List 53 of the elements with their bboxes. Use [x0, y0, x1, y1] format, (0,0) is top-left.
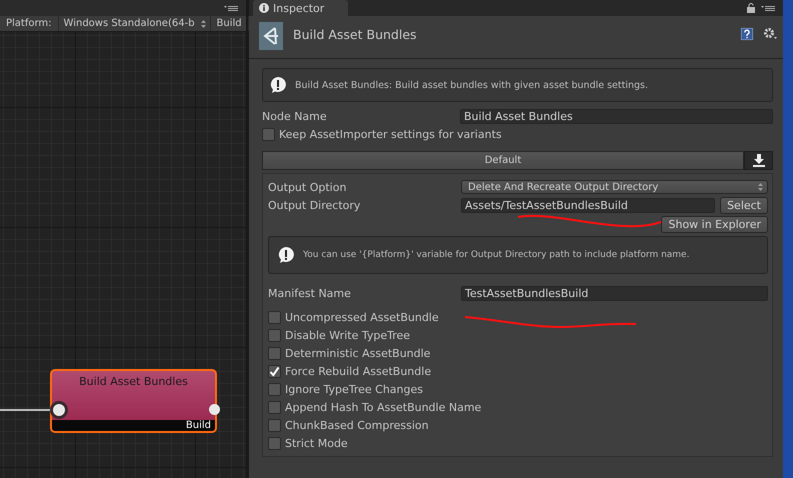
node-title: Build Asset Bundles	[79, 375, 188, 388]
info-message: Build Asset Bundles: Build asset bundles with given asset bundle settings.	[295, 80, 648, 90]
output-port[interactable]	[209, 404, 220, 415]
inspector-title: Build Asset Bundles	[293, 27, 418, 42]
graph-node[interactable]: Build Asset Bundles Build	[50, 369, 217, 433]
checkbox[interactable]	[268, 310, 281, 324]
checkbox[interactable]	[268, 382, 281, 396]
help-icon[interactable]	[741, 28, 753, 40]
checkbox[interactable]	[262, 128, 275, 140]
settings-icon[interactable]	[763, 27, 777, 40]
menu-icon[interactable]	[761, 4, 775, 12]
manifest-name-field[interactable]: TestAssetBundlesBuild	[461, 286, 768, 300]
output-directory-field[interactable]: Assets/TestAssetBundlesBuild	[461, 198, 716, 212]
warning-icon	[277, 246, 295, 264]
checkbox-label: Ignore TypeTree Changes	[285, 382, 423, 396]
platform-dropdown[interactable]: Windows Standalone(64-b	[58, 16, 211, 31]
checkbox-label: Deterministic AssetBundle	[285, 346, 430, 360]
platform-tab[interactable]: Default	[262, 151, 744, 170]
checkbox[interactable]	[268, 346, 281, 360]
inspector-tab[interactable]: Inspector	[253, 0, 348, 16]
checkbox[interactable]	[268, 400, 281, 414]
checkbox[interactable]	[268, 436, 281, 450]
checkbox-label: Force Rebuild AssetBundle	[285, 364, 432, 378]
download-icon	[752, 154, 764, 167]
checkbox[interactable]	[268, 364, 281, 378]
lock-icon[interactable]	[747, 3, 755, 13]
download-button[interactable]	[744, 151, 773, 170]
checkbox[interactable]	[268, 418, 281, 432]
node-footer: Build	[52, 420, 215, 431]
field-label: Manifest Name	[268, 286, 352, 300]
output-option-dropdown[interactable]: Delete And Recreate Output Directory	[461, 180, 768, 194]
input-port[interactable]	[53, 404, 65, 416]
warning-icon	[269, 76, 287, 94]
field-label: Node Name	[262, 110, 328, 122]
checkbox-label: Strict Mode	[285, 436, 348, 450]
checkbox-label: ChunkBased Compression	[285, 418, 429, 432]
field-label: Output Directory	[268, 198, 362, 212]
menu-icon[interactable]	[224, 4, 238, 12]
checkbox-label: Keep AssetImporter settings for variants	[279, 128, 502, 140]
hint-message: You can use '{Platform}' variable for Output Directory path to include platform name.	[303, 250, 690, 260]
updown-arrows-icon	[758, 183, 763, 191]
checkbox-label: Append Hash To AssetBundle Name	[285, 400, 482, 414]
show-in-explorer-button[interactable]: Show in Explorer	[661, 216, 768, 232]
checkbox-label: Uncompressed AssetBundle	[285, 310, 439, 324]
select-button[interactable]: Select	[720, 196, 768, 214]
connection-line	[0, 409, 52, 411]
checkbox[interactable]	[268, 328, 281, 342]
platform-label: Platform:	[0, 16, 59, 31]
field-label: Output Option	[268, 180, 348, 194]
info-icon	[259, 3, 269, 13]
node-name-field[interactable]: Build Asset Bundles	[460, 108, 773, 124]
updown-arrows-icon	[200, 20, 206, 28]
checkbox-label: Disable Write TypeTree	[285, 328, 410, 342]
